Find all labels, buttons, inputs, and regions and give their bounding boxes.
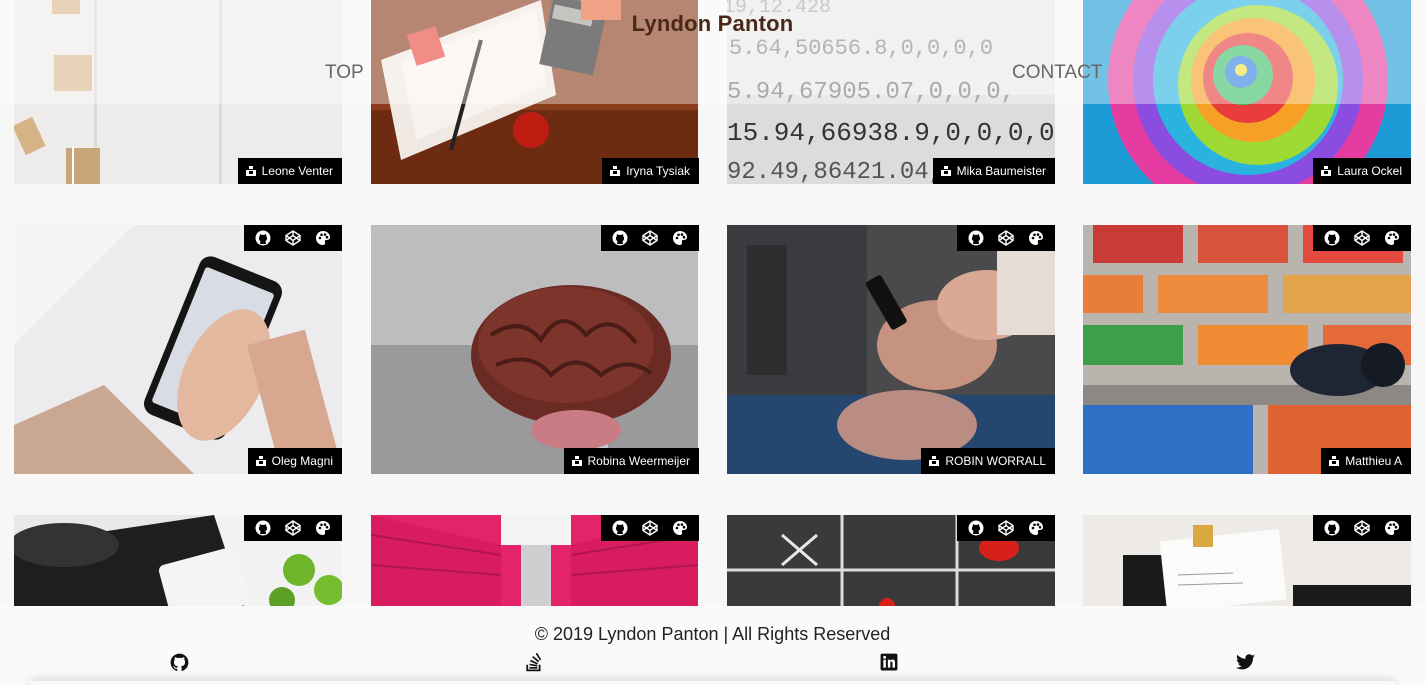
- card-tool-links: [601, 515, 699, 541]
- palette-icon[interactable]: [1028, 520, 1044, 536]
- github-icon[interactable]: [968, 230, 984, 246]
- card-photo: [371, 225, 698, 474]
- github-icon[interactable]: [612, 520, 628, 536]
- codepen-icon[interactable]: [1354, 230, 1370, 246]
- unsplash-icon: [940, 166, 951, 176]
- project-card[interactable]: Robina Weermeijer: [371, 225, 699, 474]
- github-icon[interactable]: [169, 652, 189, 672]
- project-card[interactable]: Oleg Magni: [14, 225, 342, 474]
- codepen-icon[interactable]: [1354, 520, 1370, 536]
- social-links: [0, 652, 1425, 674]
- unsplash-icon: [571, 456, 582, 466]
- palette-icon[interactable]: [315, 230, 331, 246]
- photo-credit[interactable]: Oleg Magni: [247, 448, 342, 474]
- brand-title[interactable]: Lyndon Panton: [0, 11, 1425, 37]
- footer: © 2019 Lyndon Panton | All Rights Reserv…: [0, 606, 1425, 685]
- project-card[interactable]: Matthieu A: [1083, 225, 1411, 474]
- nav-link-contact[interactable]: CONTACT: [1012, 62, 1102, 84]
- card-tool-links: [957, 515, 1055, 541]
- codepen-icon[interactable]: [998, 520, 1014, 536]
- card-photo: [1083, 225, 1411, 474]
- card-tool-links: [601, 225, 699, 251]
- photo-credit-name: Matthieu A: [1345, 454, 1402, 468]
- palette-icon[interactable]: [672, 520, 688, 536]
- photo-credit[interactable]: Mika Baumeister: [932, 158, 1055, 184]
- unsplash-icon: [255, 456, 266, 466]
- palette-icon[interactable]: [1028, 230, 1044, 246]
- palette-icon[interactable]: [1384, 520, 1400, 536]
- photo-credit-name: ROBIN WORRALL: [945, 454, 1046, 468]
- nav-link-top[interactable]: TOP: [325, 62, 364, 84]
- codepen-icon[interactable]: [285, 520, 301, 536]
- stack-overflow-icon[interactable]: [524, 652, 544, 672]
- github-icon[interactable]: [1324, 520, 1340, 536]
- photo-credit[interactable]: Matthieu A: [1321, 448, 1411, 474]
- codepen-icon[interactable]: [285, 230, 301, 246]
- card-tool-links: [957, 225, 1055, 251]
- unsplash-icon: [610, 166, 621, 176]
- photo-credit-name: Laura Ockel: [1337, 164, 1402, 178]
- photo-credit-name: Mika Baumeister: [956, 164, 1046, 178]
- unsplash-icon: [1329, 456, 1340, 466]
- github-icon[interactable]: [255, 230, 271, 246]
- card-photo: [14, 225, 342, 474]
- photo-credit[interactable]: Leone Venter: [237, 158, 342, 184]
- linkedin-icon[interactable]: [879, 652, 899, 672]
- svg-text:15.94,66938.9,0,0,0,0: 15.94,66938.9,0,0,0,0: [727, 118, 1055, 148]
- photo-credit[interactable]: Laura Ockel: [1313, 158, 1411, 184]
- unsplash-icon: [929, 456, 940, 466]
- project-card[interactable]: [371, 515, 699, 606]
- project-card[interactable]: [1083, 515, 1411, 606]
- photo-credit-name: Leone Venter: [261, 164, 333, 178]
- palette-icon[interactable]: [672, 230, 688, 246]
- github-icon[interactable]: [968, 520, 984, 536]
- palette-icon[interactable]: [1384, 230, 1400, 246]
- project-card[interactable]: [727, 515, 1055, 606]
- card-tool-links: [1313, 515, 1411, 541]
- project-card[interactable]: [14, 515, 342, 606]
- photo-credit-name: Oleg Magni: [271, 454, 333, 468]
- github-icon[interactable]: [255, 520, 271, 536]
- card-tool-links: [244, 515, 342, 541]
- photo-credit[interactable]: Iryna Tysiak: [602, 158, 699, 184]
- photo-credit[interactable]: ROBIN WORRALL: [921, 448, 1055, 474]
- twitter-icon[interactable]: [1235, 652, 1255, 672]
- codepen-icon[interactable]: [642, 230, 658, 246]
- card-photo: [727, 225, 1055, 474]
- photo-credit[interactable]: Robina Weermeijer: [563, 448, 699, 474]
- photo-credit-name: Iryna Tysiak: [626, 164, 690, 178]
- github-icon[interactable]: [612, 230, 628, 246]
- copyright-text: © 2019 Lyndon Panton | All Rights Reserv…: [534, 624, 891, 644]
- card-tool-links: [1313, 225, 1411, 251]
- codepen-icon[interactable]: [642, 520, 658, 536]
- codepen-icon[interactable]: [998, 230, 1014, 246]
- unsplash-icon: [1321, 166, 1332, 176]
- github-icon[interactable]: [1324, 230, 1340, 246]
- footer-shadow: [30, 681, 1395, 685]
- project-card[interactable]: ROBIN WORRALL: [727, 225, 1055, 474]
- photo-credit-name: Robina Weermeijer: [587, 454, 691, 468]
- unsplash-icon: [245, 166, 256, 176]
- card-tool-links: [244, 225, 342, 251]
- portfolio-page: Leone Venter Iryna Tysiak 19,12.428 5.64…: [0, 0, 1425, 685]
- palette-icon[interactable]: [315, 520, 331, 536]
